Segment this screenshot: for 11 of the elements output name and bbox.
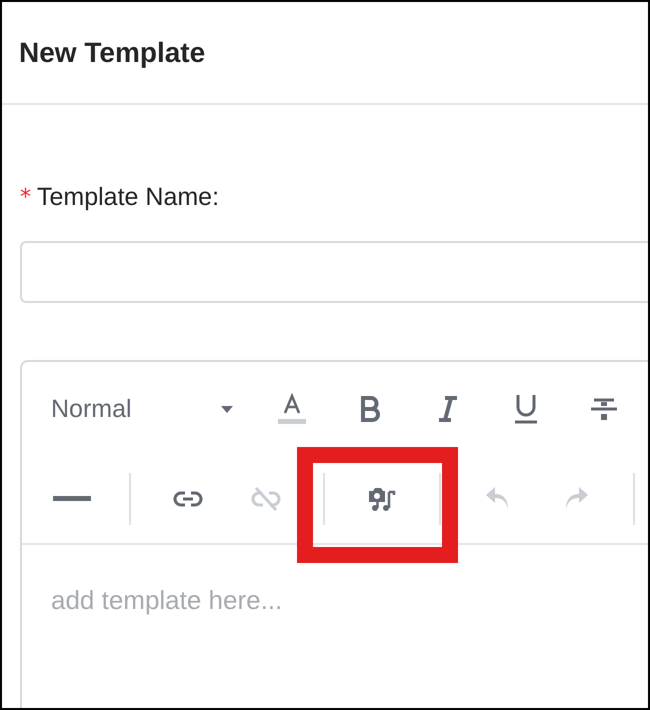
- broken-link-icon: [250, 485, 282, 513]
- italic-icon: [436, 395, 460, 423]
- bold-icon: [358, 395, 382, 423]
- field-label: Template Name:: [37, 182, 220, 212]
- required-mark: *: [20, 184, 31, 210]
- caret-icon: [221, 406, 233, 412]
- template-name-field[interactable]: [20, 241, 648, 303]
- dialog-title: New Template: [19, 36, 206, 68]
- link-icon: [173, 490, 203, 508]
- underline-icon: [513, 393, 539, 425]
- heading-select[interactable]: Normal: [33, 374, 253, 444]
